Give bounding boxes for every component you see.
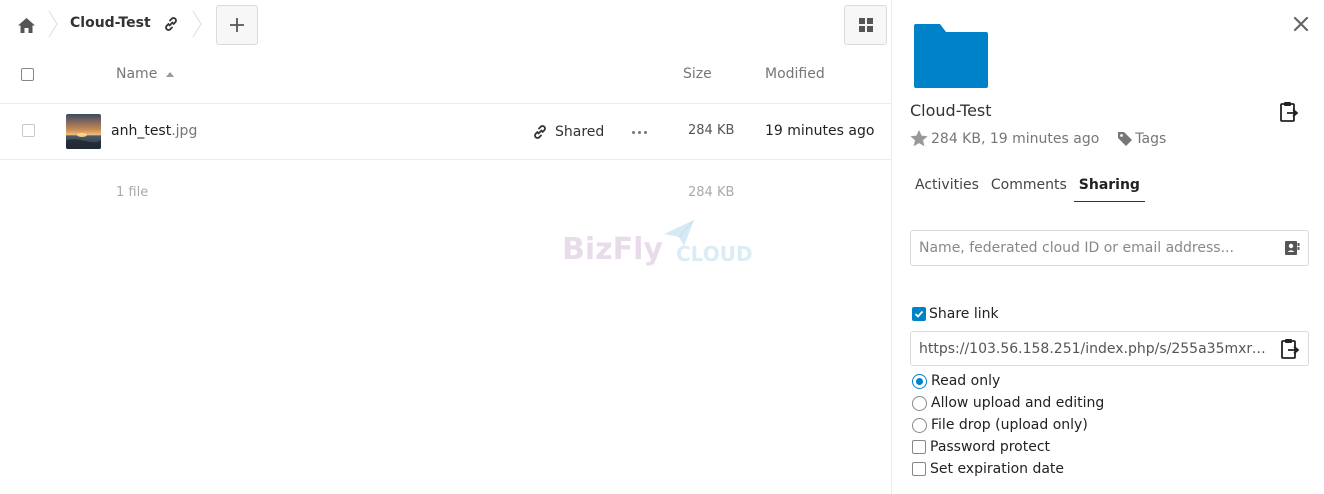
select-all-checkbox[interactable] — [21, 68, 34, 81]
expiration-date-checkbox[interactable] — [912, 462, 926, 476]
option-label: Set expiration date — [930, 461, 1065, 477]
shared-label: Shared — [555, 124, 605, 140]
file-name-extension: .jpg — [171, 123, 198, 139]
share-with-placeholder: Name, federated cloud ID or email addres… — [919, 240, 1234, 256]
tag-icon — [1118, 131, 1133, 146]
allow-upload-editing-radio[interactable] — [912, 395, 927, 411]
tab-comments[interactable]: Comments — [986, 177, 1072, 202]
option-label: Password protect — [930, 439, 1051, 455]
file-browser: Cloud-Test Name Size Modified anh_test.j… — [0, 0, 891, 494]
sidebar-tabs: Activities Comments Sharing — [910, 177, 1147, 202]
watermark-brand: BizFly — [562, 232, 663, 267]
option-read-only[interactable]: Read only — [912, 370, 1104, 392]
sidebar-title: Cloud-Test — [910, 101, 992, 120]
file-drop-radio[interactable] — [912, 417, 927, 433]
option-file-drop[interactable]: File drop (upload only) — [912, 414, 1104, 436]
grid-view-button[interactable] — [844, 5, 887, 45]
home-icon[interactable] — [14, 14, 38, 36]
option-label: Allow upload and editing — [931, 395, 1105, 411]
column-size-header[interactable]: Size — [683, 66, 712, 82]
tags-label: Tags — [1135, 130, 1167, 147]
clipboard-icon[interactable] — [1278, 101, 1300, 123]
watermark-brand-suffix: CLOUD — [676, 242, 753, 266]
breadcrumb-current-folder[interactable]: Cloud-Test — [70, 15, 151, 31]
column-name-header[interactable]: Name — [116, 66, 157, 82]
summary-total-size: 284 KB — [688, 185, 735, 200]
share-link-toggle[interactable]: Share link — [912, 306, 999, 322]
contacts-icon[interactable] — [1284, 240, 1300, 256]
details-sidebar: Cloud-Test 284 KB, 19 minutes ago Tags A… — [891, 0, 1324, 494]
breadcrumb-separator-icon — [192, 11, 202, 37]
file-thumbnail[interactable] — [66, 114, 101, 149]
bizfly-cloud-watermark: BizFly CLOUD — [560, 220, 770, 276]
tags-button[interactable]: Tags — [1117, 131, 1166, 147]
option-allow-upload-editing[interactable]: Allow upload and editing — [912, 392, 1104, 414]
sort-ascending-icon — [166, 72, 174, 77]
plus-icon — [230, 18, 244, 32]
file-shared-button[interactable]: Shared — [532, 124, 604, 140]
tab-sharing[interactable]: Sharing — [1073, 177, 1145, 202]
read-only-radio[interactable] — [912, 373, 927, 389]
breadcrumb-separator-icon — [48, 11, 58, 37]
option-label: Read only — [931, 373, 1001, 389]
file-modified: 19 minutes ago — [765, 123, 875, 139]
sidebar-meta-text: 284 KB, 19 minutes ago — [931, 130, 1100, 147]
share-link-checkbox[interactable] — [912, 307, 926, 321]
share-link-label: Share link — [929, 306, 999, 322]
option-password-protect[interactable]: Password protect — [912, 436, 1104, 458]
copy-link-clipboard-icon[interactable] — [1280, 338, 1300, 360]
new-file-button[interactable] — [216, 5, 258, 45]
star-icon[interactable] — [910, 130, 928, 147]
share-link-options: Read only Allow upload and editing File … — [912, 370, 1104, 480]
link-icon — [534, 125, 546, 139]
breadcrumb: Cloud-Test — [0, 0, 891, 48]
share-with-input[interactable]: Name, federated cloud ID or email addres… — [910, 230, 1309, 266]
summary-file-count: 1 file — [116, 185, 149, 200]
checkmark-icon — [914, 310, 924, 318]
option-label: File drop (upload only) — [931, 417, 1088, 433]
share-link-icon[interactable] — [160, 13, 182, 35]
column-modified-header[interactable]: Modified — [765, 66, 825, 82]
file-select-checkbox[interactable] — [22, 124, 35, 137]
close-icon[interactable] — [1292, 15, 1310, 33]
file-name-base: anh_test — [111, 123, 172, 139]
option-set-expiration-date[interactable]: Set expiration date — [912, 458, 1104, 480]
sidebar-meta: 284 KB, 19 minutes ago Tags — [910, 130, 1166, 147]
grid-icon — [858, 18, 873, 32]
file-list-header: Name Size Modified — [0, 52, 891, 104]
tab-activities[interactable]: Activities — [910, 177, 984, 202]
share-link-url: https://103.56.158.251/index.php/s/255a3… — [919, 340, 1270, 357]
folder-icon — [914, 24, 988, 88]
file-row[interactable]: anh_test.jpg Shared 284 KB 19 minutes ag… — [0, 104, 891, 160]
more-actions-icon[interactable] — [632, 131, 647, 134]
file-name[interactable]: anh_test.jpg — [111, 123, 197, 139]
share-link-url-field[interactable]: https://103.56.158.251/index.php/s/255a3… — [910, 331, 1309, 366]
file-size: 284 KB — [688, 123, 735, 138]
password-protect-checkbox[interactable] — [912, 440, 926, 454]
